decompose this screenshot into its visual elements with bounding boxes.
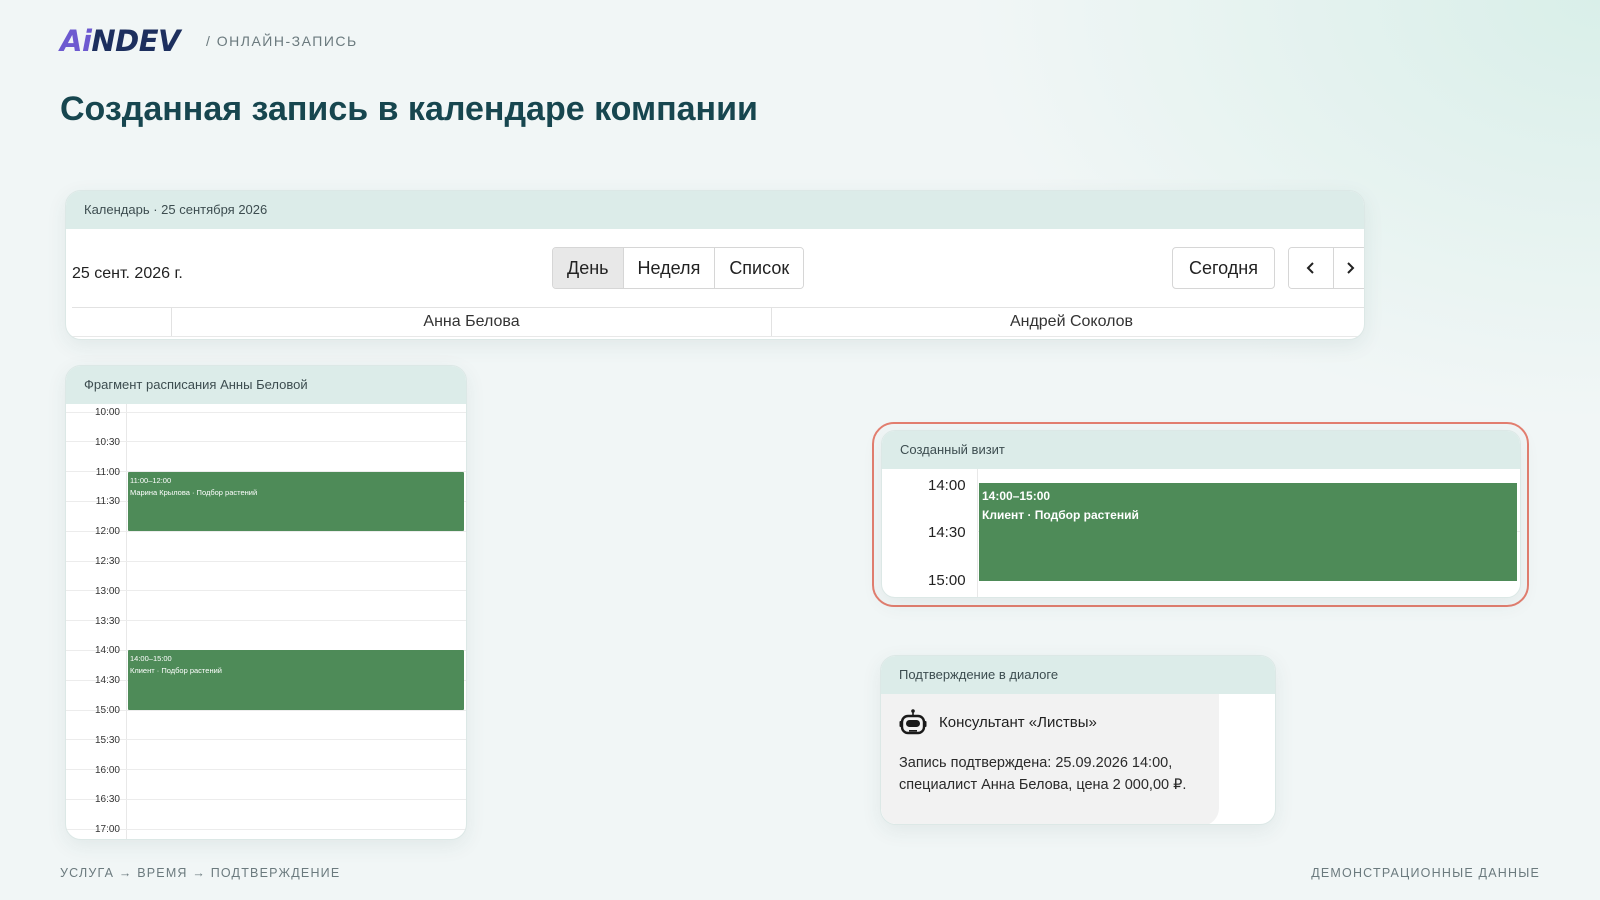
header: AiNDEV / ОНЛАЙН-ЗАПИСЬ (60, 26, 358, 56)
resource-header-row: Анна Белова Андрей Соколов (72, 307, 1364, 337)
time-slot[interactable]: 12:30 (66, 531, 466, 567)
time-label: 15:00 (928, 572, 966, 589)
time-gutter (977, 469, 978, 597)
calendar-card: Календарь · 25 сентября 2026 25 сент. 20… (65, 190, 1365, 340)
view-day-button[interactable]: День (553, 248, 624, 288)
bot-row: Консультант «Листвы» (899, 708, 1201, 736)
prev-day-button[interactable] (1289, 248, 1334, 288)
time-label: 14:00 (928, 477, 966, 494)
time-label: 17:00 (94, 824, 120, 836)
time-slot[interactable]: 15:30 (66, 710, 466, 746)
time-slot[interactable]: 16:30 (66, 770, 466, 805)
view-week-button[interactable]: Неделя (623, 248, 716, 288)
resource-gutter (72, 308, 172, 336)
resource-column-header[interactable]: Андрей Соколов (772, 308, 1364, 336)
event-time: 14:00–15:00 (982, 489, 1051, 503)
next-day-button[interactable] (1334, 248, 1364, 288)
chat-bubble: Консультант «Листвы» Запись подтверждена… (881, 694, 1219, 824)
schedule-fragment-card: Фрагмент расписания Анны Беловой 10:00 10… (65, 365, 467, 840)
event-title: Марина Крылова · Подбор растений (130, 487, 258, 497)
confirmation-card: Подтверждение в диалоге Консультант «Лис… (880, 655, 1276, 825)
event-title: Клиент · Подбор растений (130, 666, 222, 676)
breadcrumb: / ОНЛАЙН-ЗАПИСЬ (206, 33, 358, 49)
today-button[interactable]: Сегодня (1172, 247, 1275, 289)
brand-logo: AiNDEV (60, 23, 180, 58)
confirmation-message: Запись подтверждена: 25.09.2026 14:00, с… (899, 755, 1187, 793)
resource-column-header[interactable]: Анна Белова (172, 308, 772, 336)
time-slot[interactable]: 13:30 (66, 591, 466, 627)
schedule-grid: 10:00 10:30 11:00 11:30 12:00 12:30 13:00 13:30… (66, 404, 466, 839)
calendar-event[interactable]: 11:00–12:00 Марина Крылова · Подбор расте… (128, 471, 464, 532)
calendar-date-label: 25 сент. 2026 г. (72, 265, 183, 282)
footer-steps: УСЛУГА → ВРЕМЯ → ПОДТВЕРЖДЕНИЕ (60, 866, 341, 880)
calendar-toolbar: 25 сент. 2026 г. День Неделя Список Сего… (66, 229, 1364, 307)
view-switcher: День Неделя Список (552, 247, 805, 289)
chevron-right-icon (1347, 262, 1355, 274)
time-slot[interactable]: 10:30 (66, 412, 466, 448)
date-nav (1288, 247, 1364, 289)
footer-note: ДЕМОНСТРАЦИОННЫЕ ДАННЫЕ (1311, 866, 1540, 880)
confirmation-card-header: Подтверждение в диалоге (881, 656, 1275, 694)
calendar-card-header: Календарь · 25 сентября 2026 (66, 191, 1364, 229)
time-slot[interactable]: 14:00 (66, 621, 466, 656)
event-time: 11:00–12:00 (130, 475, 172, 485)
calendar-event[interactable]: 14:00–15:00 Клиент · Подбор растений (128, 650, 464, 710)
chevron-left-icon (1306, 262, 1314, 274)
visit-grid: 14:00 14:30 15:00 14:00–15:00 Клиент · П… (882, 469, 1520, 597)
time-slot[interactable]: 11:00 (66, 442, 466, 478)
visit-card-header: Созданный визит (882, 431, 1520, 469)
time-label: 14:30 (928, 524, 966, 541)
event-title: Клиент · Подбор растений (982, 508, 1139, 522)
time-slot[interactable]: 16:00 (66, 740, 466, 776)
time-slot[interactable]: 17:00 (66, 799, 466, 835)
time-slot[interactable]: 10:00 (66, 382, 466, 418)
calendar-event[interactable]: 14:00–15:00 Клиент · Подбор растений (979, 483, 1517, 581)
robot-icon (899, 709, 927, 735)
bot-name: Консультант «Листвы» (939, 713, 1097, 731)
time-slot[interactable]: 13:00 (66, 561, 466, 597)
view-list-button[interactable]: Список (715, 248, 804, 288)
page-title: Созданная запись в календаре компании (60, 90, 758, 128)
created-visit-card: Созданный визит 14:00 14:30 15:00 14:00–… (881, 430, 1521, 598)
event-time: 14:00–15:00 (130, 654, 172, 664)
